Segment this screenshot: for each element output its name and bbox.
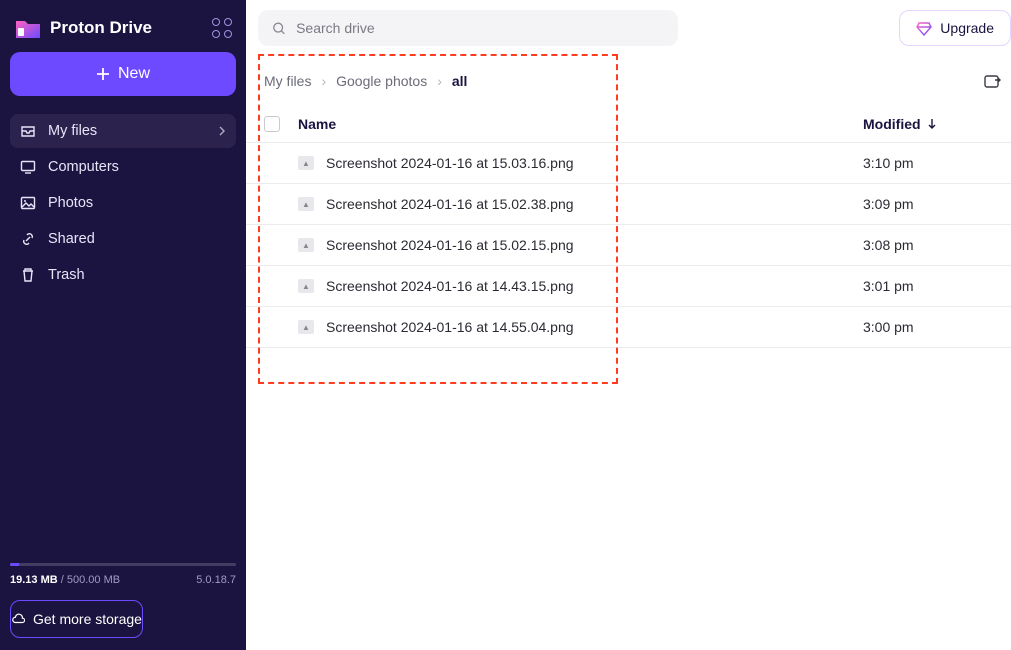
sidebar-item-computers[interactable]: Computers — [10, 150, 236, 184]
chevron-right-icon — [218, 126, 226, 136]
search-input[interactable] — [296, 20, 664, 36]
file-name: Screenshot 2024-01-16 at 15.02.15.png — [326, 237, 574, 253]
inbox-icon — [20, 123, 36, 139]
share-folder-icon[interactable] — [983, 72, 1001, 90]
file-modified: 3:08 pm — [863, 237, 914, 253]
image-file-icon: ▲ — [298, 197, 314, 211]
cloud-icon — [11, 612, 25, 626]
new-button-label: New — [118, 65, 150, 83]
chevron-right-icon: › — [321, 73, 326, 89]
table-row[interactable]: ▲ Screenshot 2024-01-16 at 14.55.04.png 3:… — [246, 307, 1011, 348]
file-name: Screenshot 2024-01-16 at 15.02.38.png — [326, 196, 574, 212]
arrow-down-icon — [927, 118, 937, 130]
upgrade-label: Upgrade — [940, 20, 994, 36]
trash-icon — [20, 267, 36, 283]
image-file-icon: ▲ — [298, 156, 314, 170]
storage-section: 19.13 MB / 500.00 MB 5.0.18.7 Get more s… — [10, 563, 236, 638]
sidebar-item-label: My files — [48, 123, 97, 139]
file-modified: 3:10 pm — [863, 155, 914, 171]
image-icon — [20, 195, 36, 211]
file-name: Screenshot 2024-01-16 at 14.43.15.png — [326, 278, 574, 294]
search-icon — [272, 21, 286, 36]
get-more-storage-button[interactable]: Get more storage — [10, 600, 143, 638]
image-file-icon: ▲ — [298, 238, 314, 252]
app-version: 5.0.18.7 — [196, 574, 236, 586]
storage-progress-fill — [10, 563, 19, 566]
image-file-icon: ▲ — [298, 320, 314, 334]
select-all-checkbox[interactable] — [264, 116, 280, 132]
file-modified: 3:09 pm — [863, 196, 914, 212]
sidebar: Proton Drive New My files Computers Phot… — [0, 0, 246, 650]
sidebar-item-my-files[interactable]: My files — [10, 114, 236, 148]
search-box[interactable] — [258, 10, 678, 46]
new-button[interactable]: New — [10, 52, 236, 96]
main-area: Upgrade My files › Google photos › all N… — [246, 0, 1011, 650]
storage-text: 19.13 MB / 500.00 MB 5.0.18.7 — [10, 574, 236, 586]
column-header-modified[interactable]: Modified — [863, 116, 993, 132]
sidebar-item-label: Trash — [48, 267, 85, 283]
storage-used: 19.13 MB — [10, 574, 58, 586]
storage-total: / 500.00 MB — [58, 574, 120, 586]
diamond-icon — [916, 20, 932, 36]
storage-progress-bar — [10, 563, 236, 566]
chevron-right-icon: › — [437, 73, 442, 89]
get-more-storage-label: Get more storage — [33, 611, 142, 627]
breadcrumb-item[interactable]: My files — [264, 73, 311, 89]
sidebar-item-trash[interactable]: Trash — [10, 258, 236, 292]
logo-row: Proton Drive — [10, 12, 236, 52]
table-row[interactable]: ▲ Screenshot 2024-01-16 at 15.03.16.png 3:… — [246, 143, 1011, 184]
sidebar-item-label: Photos — [48, 195, 93, 211]
proton-drive-icon — [14, 16, 42, 40]
brand-logo[interactable]: Proton Drive — [14, 16, 152, 40]
breadcrumb: My files › Google photos › all — [264, 73, 467, 89]
sidebar-item-shared[interactable]: Shared — [10, 222, 236, 256]
apps-switcher-icon[interactable] — [212, 18, 232, 38]
table-row[interactable]: ▲ Screenshot 2024-01-16 at 15.02.15.png 3:… — [246, 225, 1011, 266]
column-header-modified-label: Modified — [863, 116, 921, 132]
breadcrumb-row: My files › Google photos › all — [246, 56, 1011, 106]
sidebar-item-label: Computers — [48, 159, 119, 175]
brand-name: Proton Drive — [50, 18, 152, 38]
file-name: Screenshot 2024-01-16 at 15.03.16.png — [326, 155, 574, 171]
table-row[interactable]: ▲ Screenshot 2024-01-16 at 14.43.15.png 3:… — [246, 266, 1011, 307]
link-icon — [20, 231, 36, 247]
file-name: Screenshot 2024-01-16 at 14.55.04.png — [326, 319, 574, 335]
file-list: ▲ Screenshot 2024-01-16 at 15.03.16.png 3:… — [246, 143, 1011, 348]
file-modified: 3:01 pm — [863, 278, 914, 294]
breadcrumb-current: all — [452, 73, 468, 89]
table-header: Name Modified — [246, 106, 1011, 143]
file-modified: 3:00 pm — [863, 319, 914, 335]
topbar: Upgrade — [246, 0, 1011, 56]
sidebar-nav: My files Computers Photos Shared Trash — [10, 114, 236, 292]
image-file-icon: ▲ — [298, 279, 314, 293]
table-row[interactable]: ▲ Screenshot 2024-01-16 at 15.02.38.png 3:… — [246, 184, 1011, 225]
sidebar-item-label: Shared — [48, 231, 95, 247]
sidebar-item-photos[interactable]: Photos — [10, 186, 236, 220]
column-header-name[interactable]: Name — [298, 116, 863, 132]
monitor-icon — [20, 159, 36, 175]
upgrade-button[interactable]: Upgrade — [899, 10, 1011, 46]
breadcrumb-item[interactable]: Google photos — [336, 73, 427, 89]
plus-icon — [96, 67, 110, 81]
